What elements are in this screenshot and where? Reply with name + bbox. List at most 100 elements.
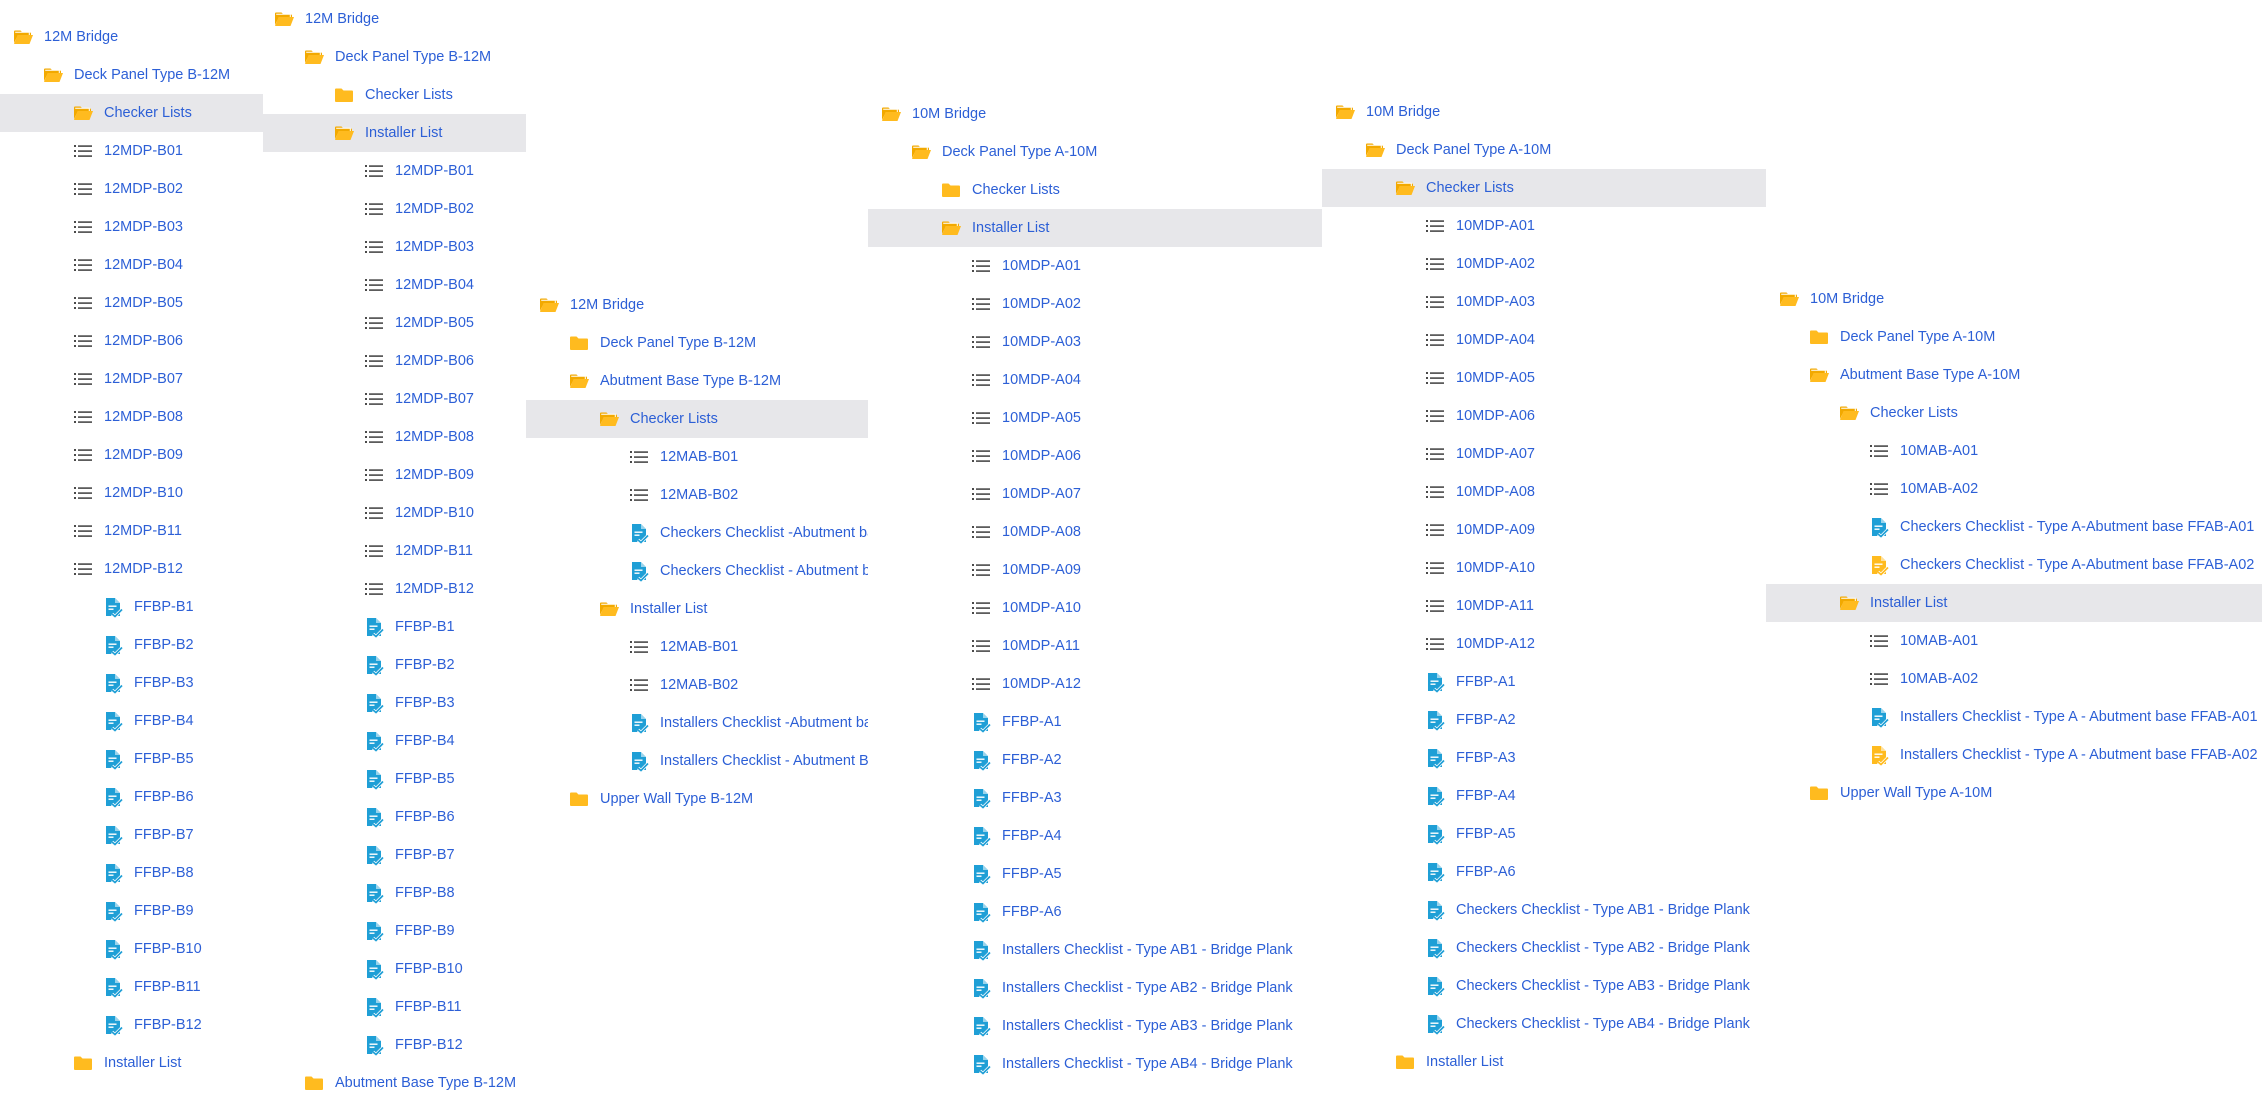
tree-item-12mdp-b08[interactable]: 12MDP-B08 (0, 398, 263, 436)
tree-item-ffbp-b6[interactable]: FFBP-B6 (263, 798, 526, 836)
tree-item-10mdp-a12[interactable]: 10MDP-A12 (1322, 625, 1766, 663)
tree-folder-deck-panel-type-b-12m[interactable]: Deck Panel Type B-12M (263, 38, 526, 76)
tree-item-10mab-a01[interactable]: 10MAB-A01 (1766, 432, 2262, 470)
tree-item-10mdp-a01[interactable]: 10MDP-A01 (868, 247, 1322, 285)
tree-item-12mab-b02[interactable]: 12MAB-B02 (526, 476, 868, 514)
tree-item-12mdp-b06[interactable]: 12MDP-B06 (263, 342, 526, 380)
tree-item-ffbp-b9[interactable]: FFBP-B9 (263, 912, 526, 950)
tree-item-ffbp-b3[interactable]: FFBP-B3 (0, 664, 263, 702)
tree-folder-12m-bridge[interactable]: 12M Bridge (0, 18, 263, 56)
tree-item-10mdp-a11[interactable]: 10MDP-A11 (1322, 587, 1766, 625)
tree-item-ffbp-b10[interactable]: FFBP-B10 (263, 950, 526, 988)
tree-item-ffbp-a1[interactable]: FFBP-A1 (1322, 663, 1766, 701)
tree-item-ffbp-b6[interactable]: FFBP-B6 (0, 778, 263, 816)
tree-item-12mab-b02[interactable]: 12MAB-B02 (526, 666, 868, 704)
tree-item-ffbp-a4[interactable]: FFBP-A4 (1322, 777, 1766, 815)
tree-folder-checker-lists[interactable]: Checker Lists (1322, 169, 1766, 207)
tree-item-12mdp-b12[interactable]: 12MDP-B12 (0, 550, 263, 588)
tree-item-12mdp-b11[interactable]: 12MDP-B11 (263, 532, 526, 570)
tree-item-ffbp-b12[interactable]: FFBP-B12 (263, 1026, 526, 1064)
tree-folder-checker-lists[interactable]: Checker Lists (0, 94, 263, 132)
tree-item-10mdp-a09[interactable]: 10MDP-A09 (868, 551, 1322, 589)
tree-item-10mdp-a01[interactable]: 10MDP-A01 (1322, 207, 1766, 245)
tree-item-10mdp-a02[interactable]: 10MDP-A02 (868, 285, 1322, 323)
tree-folder-upper-wall-type-a-10m[interactable]: Upper Wall Type A-10M (1766, 774, 2262, 812)
tree-item-12mdp-b03[interactable]: 12MDP-B03 (263, 228, 526, 266)
tree-folder-installer-list[interactable]: Installer List (263, 114, 526, 152)
tree-item-12mdp-b10[interactable]: 12MDP-B10 (263, 494, 526, 532)
tree-item-10mdp-a08[interactable]: 10MDP-A08 (868, 513, 1322, 551)
tree-folder-abutment-base-type-b-12m[interactable]: Abutment Base Type B-12M (263, 1064, 526, 1096)
tree-item-checkers-checklist-type-ab3-bridge-plank[interactable]: Checkers Checklist - Type AB3 - Bridge P… (1322, 967, 1766, 1005)
tree-item-10mdp-a03[interactable]: 10MDP-A03 (1322, 283, 1766, 321)
tree-item-installers-checklist-type-a-abutment-base-ffab-a02[interactable]: Installers Checklist - Type A - Abutment… (1766, 736, 2262, 774)
tree-item-10mdp-a10[interactable]: 10MDP-A10 (868, 589, 1322, 627)
tree-item-10mdp-a05[interactable]: 10MDP-A05 (868, 399, 1322, 437)
tree-item-10mdp-a06[interactable]: 10MDP-A06 (868, 437, 1322, 475)
tree-item-ffbp-a5[interactable]: FFBP-A5 (868, 855, 1322, 893)
tree-item-12mdp-b12[interactable]: 12MDP-B12 (263, 570, 526, 608)
tree-item-ffbp-b8[interactable]: FFBP-B8 (263, 874, 526, 912)
tree-item-ffbp-b12[interactable]: FFBP-B12 (0, 1006, 263, 1044)
tree-item-installers-checklist-type-ab3-bridge-plank[interactable]: Installers Checklist - Type AB3 - Bridge… (868, 1007, 1322, 1045)
tree-item-installers-checklist-abutment-ba[interactable]: Installers Checklist - Abutment Ba (526, 742, 868, 780)
tree-folder-10m-bridge[interactable]: 10M Bridge (868, 95, 1322, 133)
tree-item-ffbp-b4[interactable]: FFBP-B4 (263, 722, 526, 760)
tree-item-checkers-checklist-abutment-ba[interactable]: Checkers Checklist - Abutment ba (526, 552, 868, 590)
tree-item-10mdp-a11[interactable]: 10MDP-A11 (868, 627, 1322, 665)
tree-item-12mdp-b07[interactable]: 12MDP-B07 (0, 360, 263, 398)
tree-item-ffbp-b11[interactable]: FFBP-B11 (0, 968, 263, 1006)
tree-item-installers-checklist-type-ab2-bridge-plank[interactable]: Installers Checklist - Type AB2 - Bridge… (868, 969, 1322, 1007)
tree-item-ffbp-b5[interactable]: FFBP-B5 (263, 760, 526, 798)
tree-item-ffbp-a4[interactable]: FFBP-A4 (868, 817, 1322, 855)
tree-item-12mdp-b02[interactable]: 12MDP-B02 (263, 190, 526, 228)
tree-item-checkers-checklist-type-a-abutment-base-ffab-a01[interactable]: Checkers Checklist - Type A-Abutment bas… (1766, 508, 2262, 546)
tree-folder-installer-list[interactable]: Installer List (868, 209, 1322, 247)
tree-folder-abutment-base-type-a-10m[interactable]: Abutment Base Type A-10M (1766, 356, 2262, 394)
tree-item-10mdp-a06[interactable]: 10MDP-A06 (1322, 397, 1766, 435)
tree-item-10mab-a02[interactable]: 10MAB-A02 (1766, 660, 2262, 698)
tree-item-ffbp-a2[interactable]: FFBP-A2 (868, 741, 1322, 779)
tree-item-ffbp-a2[interactable]: FFBP-A2 (1322, 701, 1766, 739)
tree-folder-10m-bridge[interactable]: 10M Bridge (1322, 93, 1766, 131)
tree-item-ffbp-a6[interactable]: FFBP-A6 (1322, 853, 1766, 891)
tree-item-12mdp-b01[interactable]: 12MDP-B01 (0, 132, 263, 170)
tree-item-12mdp-b05[interactable]: 12MDP-B05 (263, 304, 526, 342)
tree-item-12mdp-b04[interactable]: 12MDP-B04 (0, 246, 263, 284)
tree-folder-12m-bridge[interactable]: 12M Bridge (526, 286, 868, 324)
tree-folder-deck-panel-type-b-12m[interactable]: Deck Panel Type B-12M (526, 324, 868, 362)
tree-item-checkers-checklist-type-ab4-bridge-plank[interactable]: Checkers Checklist - Type AB4 - Bridge P… (1322, 1005, 1766, 1043)
tree-folder-deck-panel-type-a-10m[interactable]: Deck Panel Type A-10M (1766, 318, 2262, 356)
tree-item-12mdp-b09[interactable]: 12MDP-B09 (0, 436, 263, 474)
tree-folder-10m-bridge[interactable]: 10M Bridge (1766, 280, 2262, 318)
tree-item-12mdp-b11[interactable]: 12MDP-B11 (0, 512, 263, 550)
tree-folder-checker-lists[interactable]: Checker Lists (526, 400, 868, 438)
tree-item-installers-checklist-type-a-abutment-base-ffab-a01[interactable]: Installers Checklist - Type A - Abutment… (1766, 698, 2262, 736)
tree-item-12mdp-b08[interactable]: 12MDP-B08 (263, 418, 526, 456)
tree-folder-deck-panel-type-b-12m[interactable]: Deck Panel Type B-12M (0, 56, 263, 94)
tree-item-checkers-checklist-type-ab2-bridge-plank[interactable]: Checkers Checklist - Type AB2 - Bridge P… (1322, 929, 1766, 967)
tree-item-12mdp-b01[interactable]: 12MDP-B01 (263, 152, 526, 190)
tree-item-10mdp-a02[interactable]: 10MDP-A02 (1322, 245, 1766, 283)
tree-item-10mdp-a05[interactable]: 10MDP-A05 (1322, 359, 1766, 397)
tree-item-12mdp-b05[interactable]: 12MDP-B05 (0, 284, 263, 322)
tree-item-12mdp-b09[interactable]: 12MDP-B09 (263, 456, 526, 494)
tree-item-checkers-checklist-type-ab1-bridge-plank[interactable]: Checkers Checklist - Type AB1 - Bridge P… (1322, 891, 1766, 929)
tree-item-ffbp-b1[interactable]: FFBP-B1 (263, 608, 526, 646)
tree-folder-checker-lists[interactable]: Checker Lists (868, 171, 1322, 209)
tree-item-12mdp-b04[interactable]: 12MDP-B04 (263, 266, 526, 304)
tree-item-ffbp-b1[interactable]: FFBP-B1 (0, 588, 263, 626)
tree-folder-installer-list[interactable]: Installer List (1322, 1043, 1766, 1081)
tree-item-ffbp-a6[interactable]: FFBP-A6 (868, 893, 1322, 931)
tree-item-ffbp-b7[interactable]: FFBP-B7 (263, 836, 526, 874)
tree-item-10mdp-a08[interactable]: 10MDP-A08 (1322, 473, 1766, 511)
tree-folder-12m-bridge[interactable]: 12M Bridge (263, 0, 526, 38)
tree-item-10mdp-a07[interactable]: 10MDP-A07 (868, 475, 1322, 513)
tree-item-checkers-checklist-type-a-abutment-base-ffab-a02[interactable]: Checkers Checklist - Type A-Abutment bas… (1766, 546, 2262, 584)
tree-item-10mab-a02[interactable]: 10MAB-A02 (1766, 470, 2262, 508)
tree-item-ffbp-a5[interactable]: FFBP-A5 (1322, 815, 1766, 853)
tree-item-installers-checklist-type-ab4-bridge-plank[interactable]: Installers Checklist - Type AB4 - Bridge… (868, 1045, 1322, 1083)
tree-item-ffbp-b10[interactable]: FFBP-B10 (0, 930, 263, 968)
tree-folder-installer-list[interactable]: Installer List (526, 590, 868, 628)
tree-item-ffbp-b7[interactable]: FFBP-B7 (0, 816, 263, 854)
